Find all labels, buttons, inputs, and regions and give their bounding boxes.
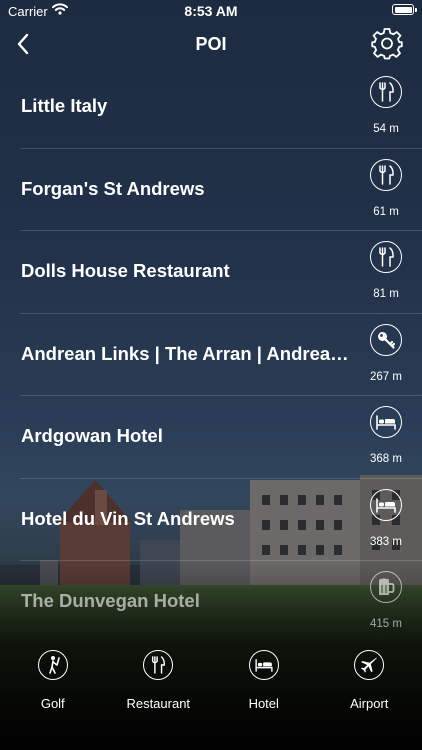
golfer-icon bbox=[37, 650, 68, 680]
key-icon bbox=[370, 323, 402, 356]
tab-label: Airport bbox=[350, 696, 389, 711]
tab-airport[interactable]: Airport bbox=[317, 648, 422, 728]
poi-row[interactable]: Little Italy 54 m bbox=[20, 66, 422, 149]
poi-row[interactable]: Andrean Links | The Arran | Andrean Link… bbox=[20, 314, 422, 396]
poi-name: Forgan's St Andrews bbox=[21, 177, 205, 199]
tab-label: Golf bbox=[40, 696, 65, 711]
poi-distance: 415 m bbox=[370, 618, 402, 630]
poi-list: Little Italy 54 m Forgan's St Andrews 61… bbox=[0, 66, 422, 643]
poi-distance: 368 m bbox=[370, 453, 402, 465]
fork-knife-icon bbox=[143, 650, 174, 680]
fork-knife-icon bbox=[370, 158, 402, 191]
fork-knife-icon bbox=[370, 241, 402, 273]
battery-icon bbox=[392, 4, 417, 15]
tab-golf[interactable]: Golf bbox=[0, 648, 106, 728]
poi-row[interactable]: Ardgowan Hotel 368 m bbox=[20, 396, 422, 479]
fork-knife-icon bbox=[370, 76, 402, 108]
poi-name: Ardgowan Hotel bbox=[21, 425, 163, 446]
poi-name: Hotel du Vin St Andrews bbox=[21, 507, 235, 529]
airplane-icon bbox=[354, 650, 385, 680]
bed-icon bbox=[248, 650, 279, 680]
tab-label: Hotel bbox=[248, 696, 279, 711]
tab-restaurant[interactable]: Restaurant bbox=[106, 648, 212, 728]
beer-mug-icon bbox=[370, 571, 402, 603]
settings-gear-icon[interactable] bbox=[370, 26, 404, 60]
poi-distance: 267 m bbox=[370, 370, 402, 383]
poi-name: Dolls House Restaurant bbox=[21, 260, 230, 281]
status-time: 8:53 AM bbox=[184, 3, 238, 19]
tab-hotel[interactable]: Hotel bbox=[211, 648, 317, 728]
poi-distance: 54 m bbox=[373, 123, 399, 135]
poi-name: The Dunvegan Hotel bbox=[21, 590, 200, 611]
page-title: POI bbox=[195, 34, 227, 54]
poi-distance: 61 m bbox=[373, 205, 399, 218]
bed-icon bbox=[370, 488, 402, 521]
tab-label: Restaurant bbox=[126, 696, 191, 711]
nav-bar: POI bbox=[0, 24, 422, 64]
poi-distance: 81 m bbox=[373, 288, 399, 300]
poi-distance: 383 m bbox=[370, 535, 402, 548]
poi-name: Andrean Links | The Arran | Andrean Link… bbox=[21, 342, 351, 364]
poi-row[interactable]: Dolls House Restaurant 81 m bbox=[20, 231, 422, 314]
bed-icon bbox=[370, 406, 402, 438]
poi-row[interactable]: The Dunvegan Hotel 415 m bbox=[20, 561, 422, 643]
category-tab-bar: Golf Restaurant Hotel Airport bbox=[0, 648, 422, 728]
poi-name: Little Italy bbox=[21, 95, 108, 116]
poi-row[interactable]: Hotel du Vin St Andrews 383 m bbox=[20, 479, 422, 561]
poi-row[interactable]: Forgan's St Andrews 61 m bbox=[20, 149, 422, 231]
status-bar: Carrier 8:53 AM bbox=[0, 0, 422, 22]
